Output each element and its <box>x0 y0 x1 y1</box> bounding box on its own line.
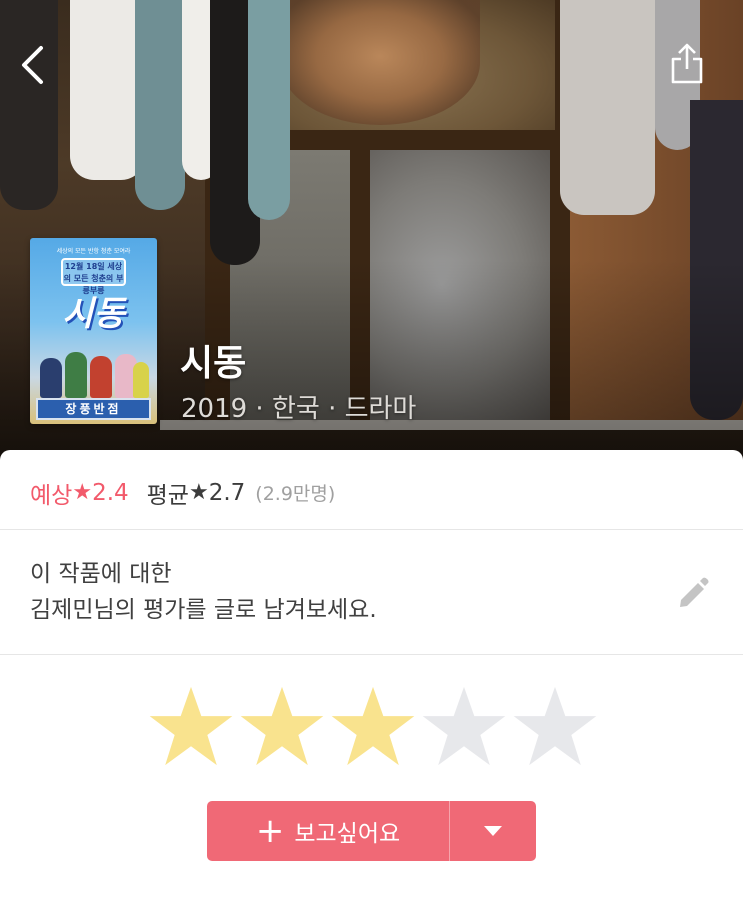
hero-backdrop: 세상의 모든 반항 청춘 모여라 12월 18일 세상의 모든 청춘의 부릉부릉… <box>0 0 743 470</box>
content-card: 예상 ★ 2.4 평균 ★ 2.7 (2.9만명) 이 작품에 대한 김제민님의… <box>0 450 743 900</box>
star-icon <box>149 686 232 766</box>
movie-title: 시동 <box>180 343 247 384</box>
share-button[interactable] <box>664 38 710 88</box>
expected-rating-label: 예상 <box>30 482 73 509</box>
chevron-left-icon <box>22 46 43 84</box>
plus-icon: + <box>255 811 285 851</box>
star-icon <box>422 686 505 766</box>
backdrop-sock <box>135 0 185 210</box>
divider <box>0 529 743 530</box>
rating-star-3[interactable] <box>327 678 418 774</box>
star-icon <box>513 686 596 766</box>
backdrop-sock <box>560 0 655 215</box>
rating-star-4[interactable] <box>418 678 509 774</box>
back-button[interactable] <box>12 42 52 88</box>
review-prompt-line: 이 작품에 대한 <box>30 561 172 587</box>
average-star-icon: ★ <box>188 480 209 505</box>
rating-star-5[interactable] <box>509 678 600 774</box>
poster-subtitle: 세상의 모든 반항 청춘 모여라 <box>56 248 131 255</box>
rating-star-1[interactable] <box>145 678 236 774</box>
caret-down-icon <box>484 826 502 836</box>
want-to-watch-button[interactable]: + 보고싶어요 <box>207 801 449 861</box>
poster-sign: 장풍반점 <box>36 398 151 420</box>
wishlist-button-group: + 보고싶어요 <box>207 801 536 861</box>
star-icon <box>331 686 414 766</box>
backdrop-sock <box>248 0 290 220</box>
poster-cast-figures <box>38 343 149 398</box>
average-rating-value: 2.7 <box>208 479 246 506</box>
rating-stars[interactable] <box>145 678 600 774</box>
write-review-button[interactable] <box>670 570 716 616</box>
share-icon <box>671 43 703 84</box>
rating-count: (2.9만명) <box>255 483 336 505</box>
expected-star-icon: ★ <box>72 480 93 505</box>
rating-star-2[interactable] <box>236 678 327 774</box>
review-prompt-line: 김제민님의 평가를 글로 남겨보세요. <box>30 597 377 623</box>
review-prompt[interactable]: 이 작품에 대한 김제민님의 평가를 글로 남겨보세요. <box>30 556 377 628</box>
expected-rating-value: 2.4 <box>92 479 129 506</box>
want-to-watch-label: 보고싶어요 <box>294 821 401 847</box>
movie-meta: 2019 · 한국 · 드라마 <box>181 394 417 424</box>
rating-summary: 예상 ★ 2.4 평균 ★ 2.7 (2.9만명) <box>30 475 335 510</box>
wishlist-dropdown-button[interactable] <box>450 801 536 861</box>
backdrop-sock <box>0 0 58 210</box>
divider <box>0 654 743 655</box>
star-icon <box>240 686 323 766</box>
movie-poster[interactable]: 세상의 모든 반항 청춘 모여라 12월 18일 세상의 모든 청춘의 부릉부릉… <box>30 238 157 424</box>
backdrop-sock <box>70 0 145 180</box>
pencil-icon <box>680 577 709 607</box>
poster-title: 시동 <box>62 294 125 334</box>
average-rating-label: 평균 <box>146 482 189 509</box>
poster-tagline: 12월 18일 세상의 모든 청춘의 부릉부릉 <box>61 258 126 295</box>
backdrop-face <box>280 0 480 125</box>
